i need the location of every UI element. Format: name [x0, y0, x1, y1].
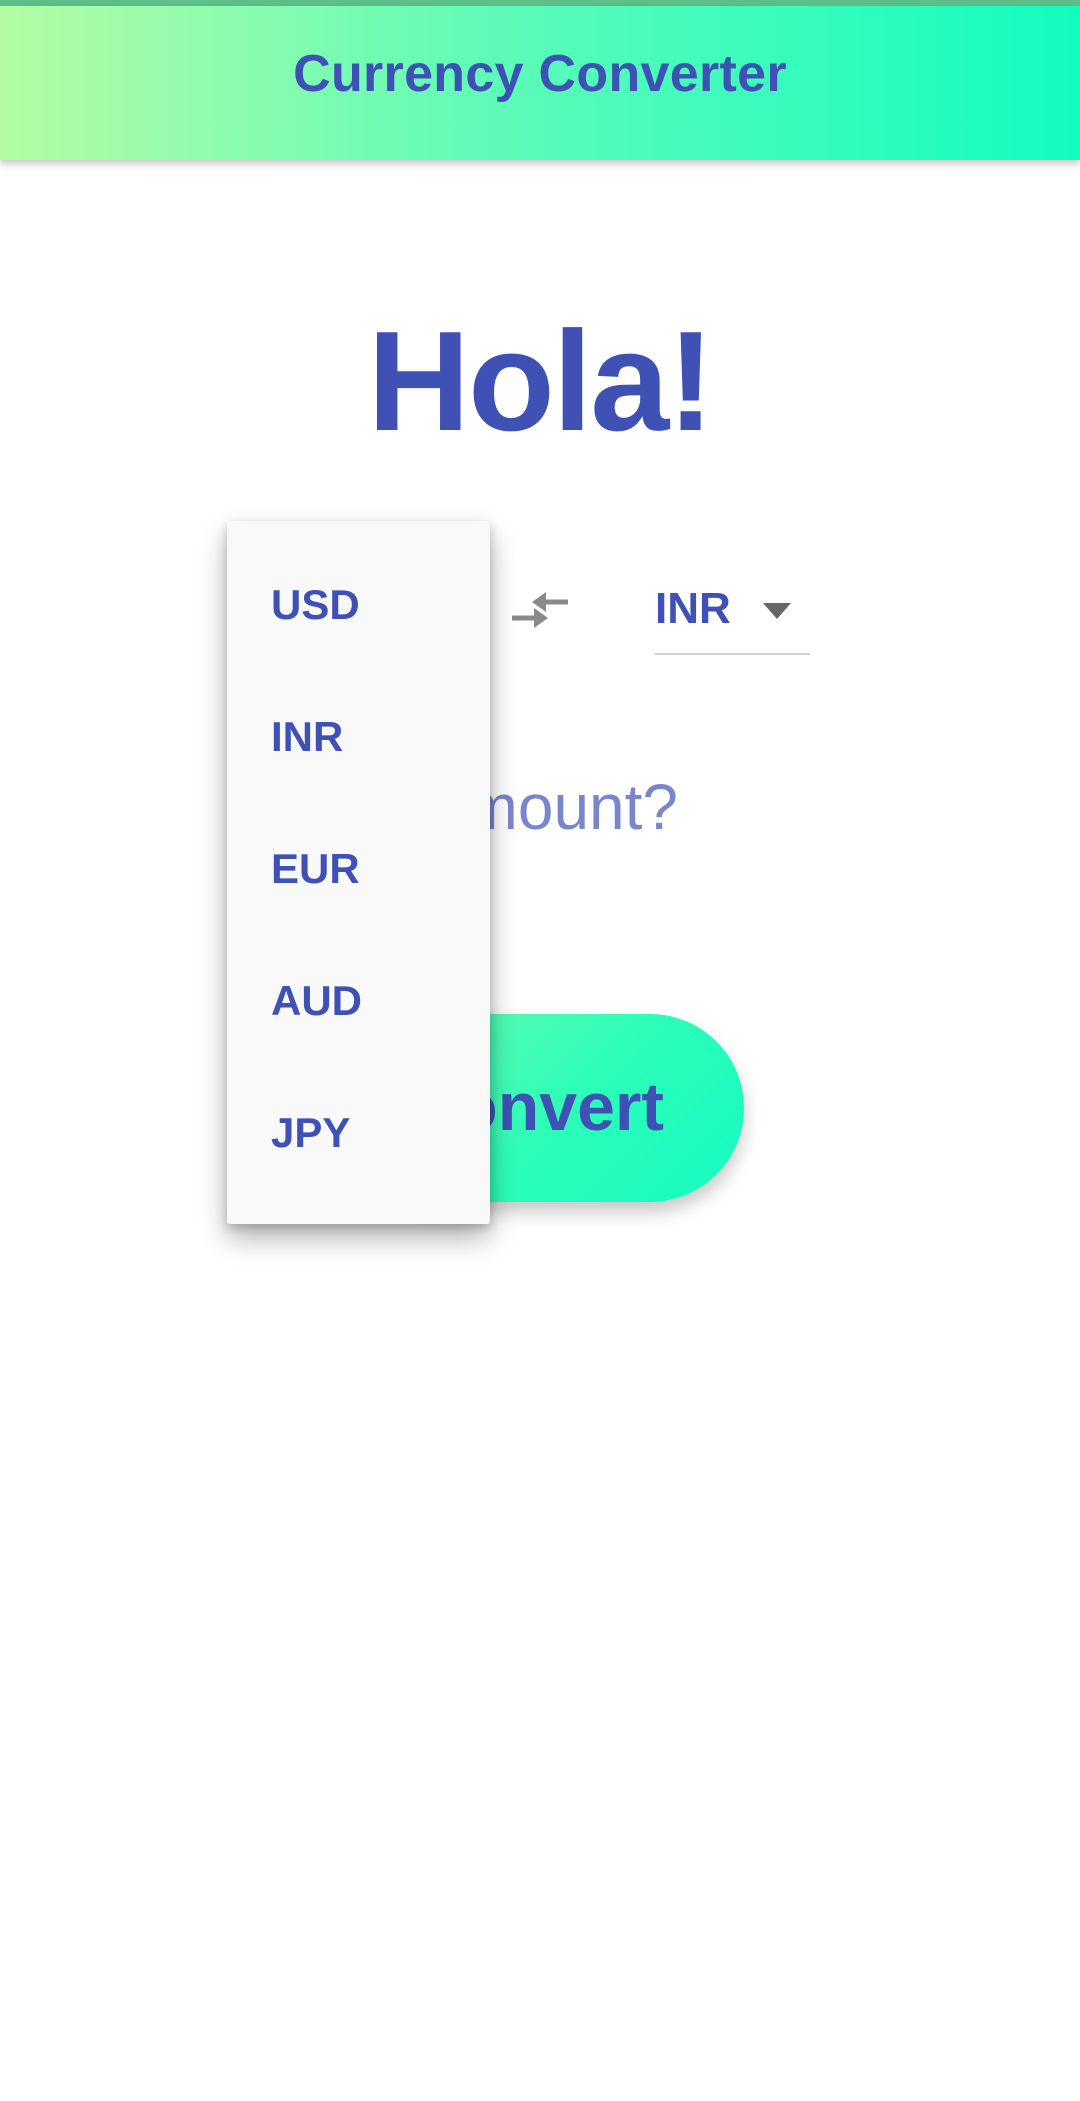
greeting-heading: Hola!: [367, 302, 715, 461]
dropdown-option-aud[interactable]: AUD: [227, 939, 490, 1071]
app-bar: Currency Converter: [0, 6, 1080, 160]
dropdown-option-label: JPY: [271, 1109, 351, 1156]
to-currency-select[interactable]: INR: [655, 575, 810, 655]
dropdown-option-label: USD: [271, 581, 360, 628]
dropdown-option-jpy[interactable]: JPY: [227, 1071, 490, 1203]
dropdown-option-label: AUD: [271, 977, 362, 1024]
caret-down-icon: [763, 603, 791, 619]
dropdown-option-inr[interactable]: INR: [227, 675, 490, 807]
currency-dropdown-menu: USD INR EUR AUD JPY: [227, 521, 490, 1224]
dropdown-option-label: INR: [271, 713, 344, 760]
dropdown-option-label: EUR: [271, 845, 360, 892]
swap-arrows-icon[interactable]: [510, 588, 570, 632]
to-currency-value: INR: [655, 584, 731, 633]
dropdown-option-usd[interactable]: USD: [227, 543, 490, 675]
dropdown-option-eur[interactable]: EUR: [227, 807, 490, 939]
app-title: Currency Converter: [293, 45, 787, 103]
